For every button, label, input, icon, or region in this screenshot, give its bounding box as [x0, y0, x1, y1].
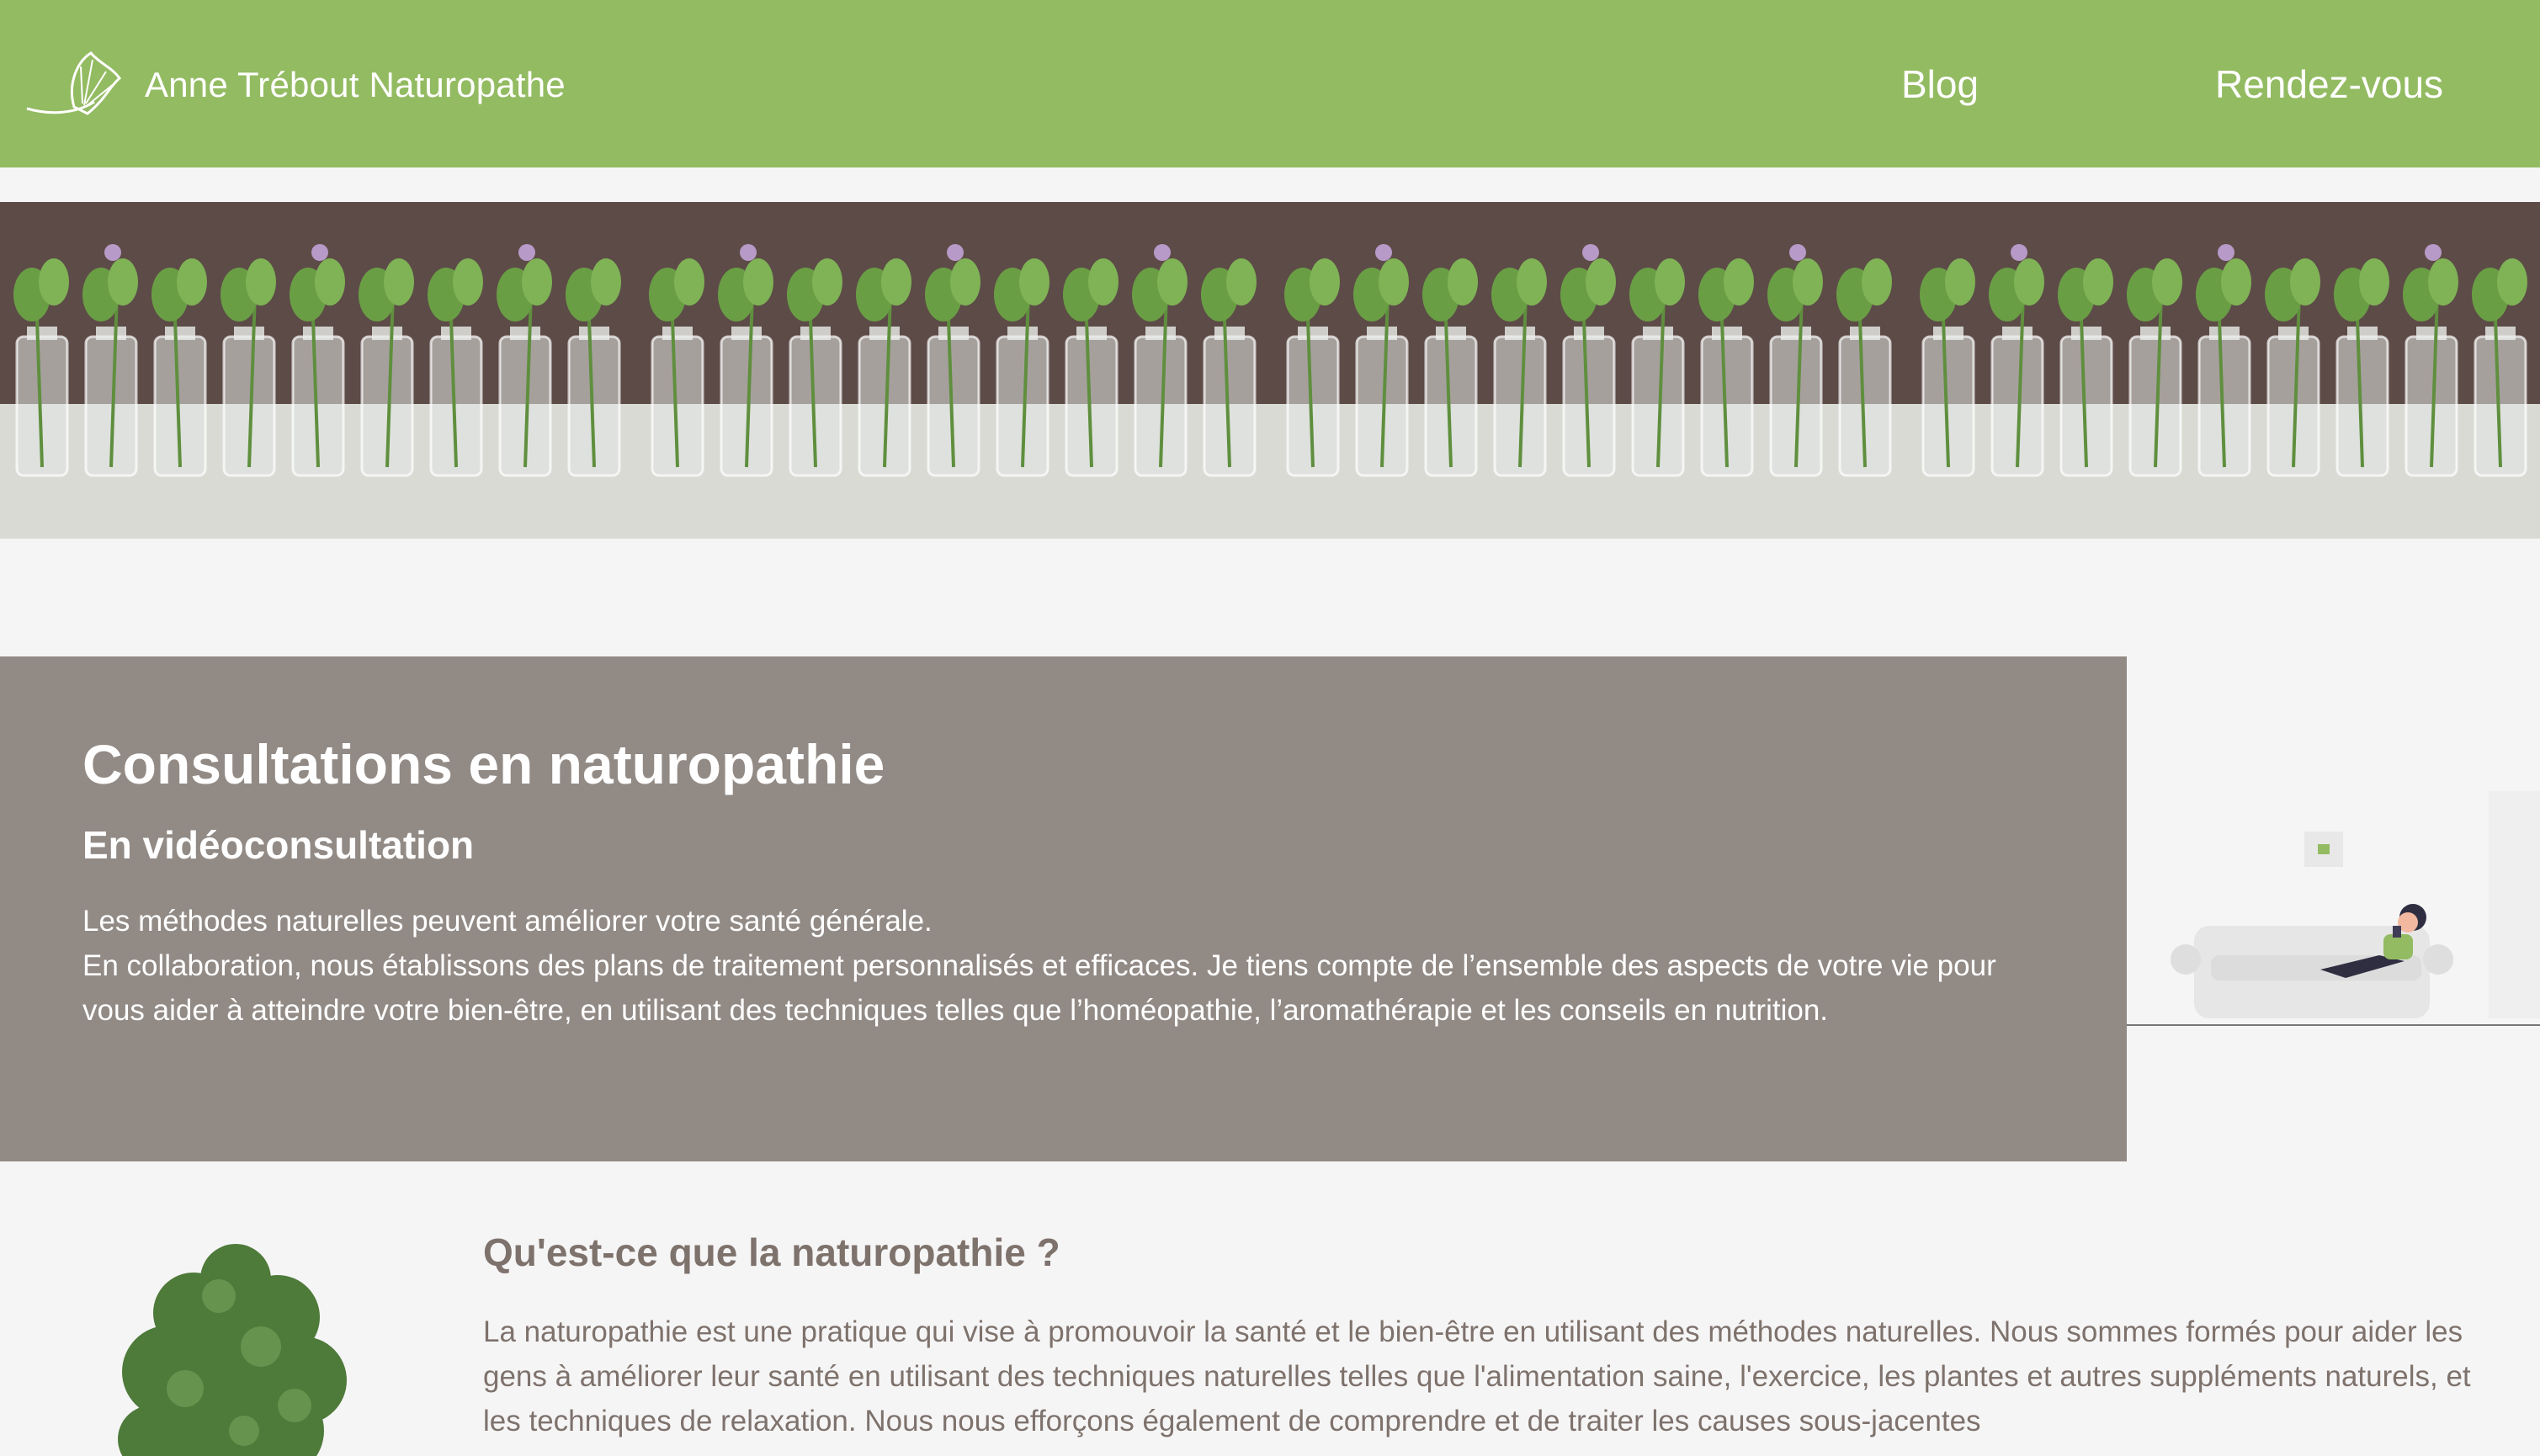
naturopathy-description: La naturopathie est une pratique qui vis… — [483, 1315, 2471, 1437]
person-on-sofa-illustration — [2127, 791, 2540, 1026]
naturopathy-heading: Qu'est-ce que la naturopathie ? — [483, 1230, 1060, 1274]
consultation-line-2: En collaboration, nous établissons des p… — [82, 949, 1996, 1027]
tree-image — [118, 1244, 347, 1456]
home-logo-link[interactable]: Anne Trébout Naturopathe — [25, 47, 566, 123]
consultation-line-1: Les méthodes naturelles peuvent améliore… — [82, 905, 933, 938]
site-name: Anne Trébout Naturopathe — [145, 65, 566, 104]
page: Anne Trébout Naturopathe Blog Rendez-vou… — [0, 0, 2540, 1456]
consultation-title: Consultations en naturopathie — [82, 733, 885, 795]
consultation-subtitle: En vidéoconsultation — [82, 823, 475, 867]
nav-blog-link[interactable]: Blog — [1901, 59, 1979, 109]
consultation-section: Consultations en naturopathie En vidéoco… — [0, 656, 2127, 1161]
ginkgo-leaf-icon — [26, 51, 121, 115]
site-header: Anne Trébout Naturopathe Blog Rendez-vou… — [0, 0, 2540, 167]
consultation-description: Les méthodes naturelles peuvent améliore… — [82, 899, 2052, 1033]
herbs-banner-image — [0, 202, 2540, 539]
nav-rendez-vous-link[interactable]: Rendez-vous — [2215, 59, 2443, 109]
